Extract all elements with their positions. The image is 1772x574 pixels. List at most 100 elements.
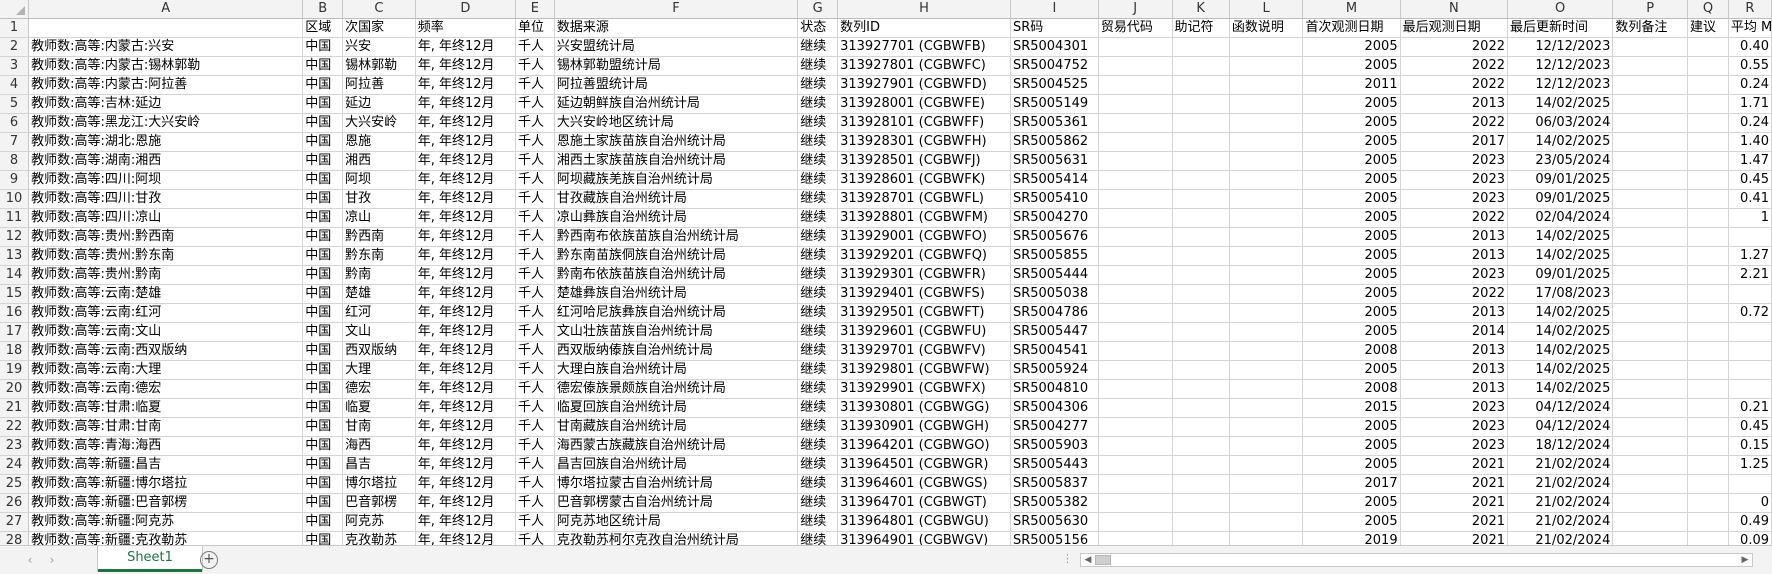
cell-j[interactable] [1098,455,1173,475]
column-header-j[interactable]: J [1098,0,1173,19]
column-header-b[interactable]: B [302,0,344,19]
cell-h[interactable]: 313964701 (CGBWGT) [837,493,1011,513]
cell-b[interactable]: 中国 [302,284,344,304]
cell-p[interactable] [1612,189,1688,209]
cell-f[interactable]: 阿坝藏族羌族自治州统计局 [554,170,799,190]
cell-a[interactable]: 教师数:高等:贵州:黔东南 [28,246,304,266]
cell-d[interactable]: 年, 年终12月 [415,455,516,475]
cell-n[interactable]: 2013 [1400,303,1509,323]
cell-b[interactable]: 中国 [302,436,344,456]
cell-r[interactable]: 1.40 [1728,132,1772,152]
cell-r[interactable] [1728,379,1772,399]
cell-k[interactable] [1172,341,1230,361]
cell-i[interactable]: SR5005903 [1010,436,1099,456]
cell-n[interactable]: 2021 [1400,493,1509,513]
cell-o[interactable]: 14/02/2025 [1507,322,1614,342]
row-header[interactable]: 4 [0,75,30,95]
cell-a[interactable]: 教师数:高等:云南:文山 [28,322,304,342]
cell-j[interactable] [1098,151,1173,171]
cell-d[interactable]: 年, 年终12月 [415,94,516,114]
cell-c[interactable]: 德宏 [342,379,416,399]
cell-m[interactable]: 2005 [1302,417,1401,437]
cell-p[interactable] [1612,436,1688,456]
cell-r[interactable] [1728,227,1772,247]
cell-i[interactable]: SR5005414 [1010,170,1099,190]
cell-a[interactable]: 教师数:高等:内蒙古:兴安 [28,37,304,57]
cell-f[interactable]: 临夏回族自治州统计局 [554,398,799,418]
cell-f[interactable]: 德宏傣族景颇族自治州统计局 [554,379,799,399]
cell-f[interactable]: 昌吉回族自治州统计局 [554,455,799,475]
cell-l[interactable]: 函数说明 [1229,18,1304,38]
cell-k[interactable] [1172,208,1230,228]
cell-q[interactable] [1687,398,1729,418]
cell-e[interactable]: 千人 [515,265,555,285]
cell-r[interactable]: 0.45 [1728,170,1772,190]
cell-f[interactable]: 克孜勒苏柯尔克孜自治州统计局 [554,531,799,545]
cell-g[interactable]: 继续 [797,56,839,76]
cell-d[interactable]: 年, 年终12月 [415,75,516,95]
cell-h[interactable]: 313927701 (CGBWFB) [837,37,1011,57]
cell-e[interactable]: 千人 [515,189,555,209]
cell-b[interactable]: 中国 [302,56,344,76]
cell-h[interactable]: 313929501 (CGBWFT) [837,303,1011,323]
cell-b[interactable]: 中国 [302,94,344,114]
cell-q[interactable] [1687,170,1729,190]
cell-i[interactable]: SR5005361 [1010,113,1099,133]
cell-k[interactable] [1172,151,1230,171]
cell-p[interactable] [1612,512,1688,532]
cell-o[interactable]: 04/12/2024 [1507,417,1614,437]
cell-q[interactable] [1687,531,1729,545]
cell-m[interactable]: 2011 [1302,75,1401,95]
cell-m[interactable]: 2005 [1302,284,1401,304]
cell-n[interactable]: 2013 [1400,341,1509,361]
cell-q[interactable] [1687,189,1729,209]
cell-k[interactable] [1172,379,1230,399]
cell-f[interactable]: 博尔塔拉蒙古自治州统计局 [554,474,799,494]
cell-m[interactable]: 2005 [1302,56,1401,76]
cell-q[interactable] [1687,227,1729,247]
row-header[interactable]: 9 [0,170,30,190]
cell-a[interactable]: 教师数:高等:新疆:博尔塔拉 [28,474,304,494]
cell-g[interactable]: 继续 [797,436,839,456]
cell-g[interactable]: 继续 [797,170,839,190]
horizontal-scrollbar[interactable]: ◀ ▶ [1080,553,1753,567]
cell-n[interactable]: 2023 [1400,151,1509,171]
cell-o[interactable]: 17/08/2023 [1507,284,1614,304]
cell-e[interactable]: 千人 [515,94,555,114]
cell-l[interactable] [1229,493,1304,513]
cell-p[interactable] [1612,151,1688,171]
cell-h[interactable]: 313929201 (CGBWFQ) [837,246,1011,266]
cell-k[interactable] [1172,227,1230,247]
cell-b[interactable]: 中国 [302,265,344,285]
cell-r[interactable]: 0.49 [1728,512,1772,532]
cell-d[interactable]: 年, 年终12月 [415,170,516,190]
cell-l[interactable] [1229,512,1304,532]
cell-e[interactable]: 千人 [515,56,555,76]
cell-n[interactable]: 2023 [1400,189,1509,209]
cell-i[interactable]: SR5005631 [1010,151,1099,171]
cell-m[interactable]: 2005 [1302,436,1401,456]
cell-h[interactable]: 313929901 (CGBWFX) [837,379,1011,399]
cell-e[interactable]: 千人 [515,512,555,532]
row-header[interactable]: 26 [0,493,30,513]
cell-l[interactable] [1229,170,1304,190]
cell-o[interactable]: 02/04/2024 [1507,208,1614,228]
cell-o[interactable]: 12/12/2023 [1507,75,1614,95]
cell-l[interactable] [1229,265,1304,285]
cell-m[interactable]: 2005 [1302,227,1401,247]
cell-b[interactable]: 中国 [302,303,344,323]
cell-f[interactable]: 海西蒙古族藏族自治州统计局 [554,436,799,456]
cell-r[interactable]: 1.71 [1728,94,1772,114]
cell-j[interactable]: 贸易代码 [1098,18,1173,38]
row-header[interactable]: 14 [0,265,30,285]
cell-o[interactable]: 14/02/2025 [1507,360,1614,380]
cell-i[interactable]: SR5004306 [1010,398,1099,418]
cell-j[interactable] [1098,303,1173,323]
cell-p[interactable]: 数列备注 [1612,18,1688,38]
cell-b[interactable]: 区域 [302,18,344,38]
cell-k[interactable] [1172,417,1230,437]
cell-f[interactable]: 黔西南布依族苗族自治州统计局 [554,227,799,247]
cell-n[interactable]: 2013 [1400,379,1509,399]
cell-e[interactable]: 千人 [515,379,555,399]
cell-p[interactable] [1612,75,1688,95]
